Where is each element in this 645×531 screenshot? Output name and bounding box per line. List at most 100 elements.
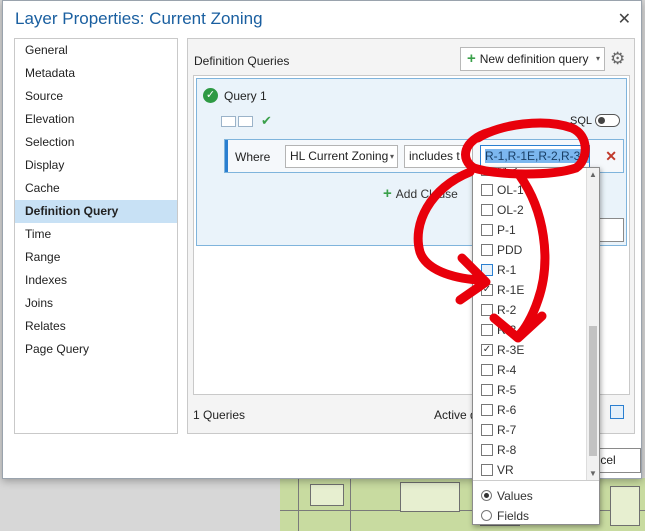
scroll-down-icon[interactable]: ▼	[589, 469, 597, 478]
value-option[interactable]: R-2	[473, 300, 586, 320]
export-icon[interactable]	[610, 405, 624, 419]
checkbox[interactable]	[481, 384, 493, 396]
value-option[interactable]: ✓ R-3E	[473, 340, 586, 360]
value-option[interactable]: R-6	[473, 400, 586, 420]
checkbox[interactable]	[481, 404, 493, 416]
values-radio-label: Values	[497, 489, 533, 503]
fields-radio-option[interactable]: Fields	[481, 509, 529, 523]
value-option-label: M-3	[497, 168, 518, 177]
checkbox[interactable]	[481, 184, 493, 196]
nav-item-time[interactable]: Time	[15, 223, 177, 246]
value-option[interactable]: OL-2	[473, 200, 586, 220]
nav-item-metadata[interactable]: Metadata	[15, 62, 177, 85]
nav-item-display[interactable]: Display	[15, 154, 177, 177]
nav-item-relates[interactable]: Relates	[15, 315, 177, 338]
add-clause-button[interactable]: + Add Clause	[383, 185, 458, 202]
nav-item-elevation[interactable]: Elevation	[15, 108, 177, 131]
sql-toggle[interactable]	[595, 114, 620, 127]
checkbox[interactable]: ✓	[481, 344, 493, 356]
nav-item-source[interactable]: Source	[15, 85, 177, 108]
gear-icon[interactable]: ⚙	[610, 49, 625, 69]
values-dropdown[interactable]: R-1,R-1E,R-2,R-3,R-3E ▾	[480, 145, 590, 168]
operator-dropdown[interactable]: includes t ▾	[404, 145, 473, 168]
properties-nav: General Metadata Source Elevation Select…	[14, 38, 178, 434]
map-parcel	[310, 484, 344, 506]
checkbox[interactable]	[481, 304, 493, 316]
nav-item-general[interactable]: General	[15, 39, 177, 62]
value-option[interactable]: R-1	[473, 260, 586, 280]
value-option[interactable]: P-1	[473, 220, 586, 240]
field-dropdown[interactable]: HL Current Zoning ▾	[285, 145, 398, 168]
value-option-label: OL-1	[497, 183, 524, 197]
nav-item-indexes[interactable]: Indexes	[15, 269, 177, 292]
verify-check-icon[interactable]: ✔	[261, 113, 272, 129]
nav-item-range[interactable]: Range	[15, 246, 177, 269]
dialog-title: Layer Properties: Current Zoning	[15, 9, 263, 28]
operator-value: includes t	[409, 149, 460, 163]
map-parcel	[610, 486, 640, 526]
remove-clause-icon[interactable]: ✕	[605, 148, 617, 165]
value-option[interactable]: M-3	[473, 168, 586, 180]
value-option[interactable]: VR	[473, 460, 586, 480]
clause-mode-icons	[221, 116, 255, 127]
checklist-scrollbar[interactable]: ▲ ▼	[586, 168, 599, 480]
radio-button[interactable]	[481, 490, 492, 501]
value-option-label: P-1	[497, 223, 516, 237]
fields-radio-label: Fields	[497, 509, 530, 523]
checkbox[interactable]	[481, 464, 493, 476]
radio-button[interactable]	[481, 510, 492, 521]
value-option[interactable]: ✓ R-1E	[473, 280, 586, 300]
value-option-label: R-3	[497, 323, 517, 337]
values-radio-option[interactable]: Values	[481, 489, 533, 503]
new-definition-query-button[interactable]: + New definition query ▾	[460, 47, 605, 71]
value-option-label: R-3E	[497, 343, 525, 357]
checkbox[interactable]: ✓	[481, 284, 493, 296]
new-definition-query-label: New definition query	[479, 52, 589, 66]
scroll-up-icon[interactable]: ▲	[589, 170, 597, 179]
map-parcel	[400, 482, 460, 512]
value-option[interactable]: OL-1	[473, 180, 586, 200]
nav-item-joins[interactable]: Joins	[15, 292, 177, 315]
clause-selection-bar	[225, 140, 228, 172]
nav-item-page-query[interactable]: Page Query	[15, 338, 177, 361]
nav-item-definition-query[interactable]: Definition Query	[15, 200, 177, 223]
value-option[interactable]: R-4	[473, 360, 586, 380]
chevron-down-icon: ▾	[581, 152, 586, 161]
checkbox[interactable]	[481, 324, 493, 336]
clause-mode-icon[interactable]	[221, 116, 236, 127]
plus-icon: +	[383, 185, 392, 202]
plus-icon: +	[467, 50, 476, 67]
scroll-thumb[interactable]	[589, 326, 597, 456]
value-option[interactable]: R-7	[473, 420, 586, 440]
value-option-label: R-8	[497, 443, 517, 457]
value-option-label: R-6	[497, 403, 517, 417]
where-label: Where	[235, 150, 271, 164]
value-option[interactable]: R-5	[473, 380, 586, 400]
query-name[interactable]: Query 1	[224, 89, 267, 103]
checkbox[interactable]	[481, 244, 493, 256]
value-option-label: OL-2	[497, 203, 524, 217]
nav-item-cache[interactable]: Cache	[15, 177, 177, 200]
nav-item-selection[interactable]: Selection	[15, 131, 177, 154]
value-option[interactable]: PDD	[473, 240, 586, 260]
field-value: HL Current Zoning	[290, 149, 389, 163]
checkbox[interactable]	[481, 264, 493, 276]
checkbox[interactable]	[481, 424, 493, 436]
checkbox[interactable]	[481, 204, 493, 216]
value-option[interactable]: R-8	[473, 440, 586, 460]
clause-mode-icon[interactable]	[238, 116, 253, 127]
queries-count: 1 Queries	[193, 408, 246, 422]
value-option[interactable]: R-3	[473, 320, 586, 340]
values-value: R-1,R-1E,R-2,R-3,R-3E	[485, 149, 589, 163]
checkbox[interactable]	[481, 224, 493, 236]
checkbox[interactable]	[481, 364, 493, 376]
value-option-label: R-2	[497, 303, 517, 317]
values-checklist: M-3 OL-1 OL-2 P-1 PDD R-1 ✓ R-1E R-2 R-3 …	[473, 168, 586, 480]
value-option-label: R-1	[497, 263, 517, 277]
checkbox[interactable]	[481, 444, 493, 456]
chevron-down-icon: ▾	[595, 54, 600, 63]
divider	[473, 480, 599, 481]
close-icon[interactable]: ✕	[618, 9, 631, 29]
value-option-label: R-1E	[497, 283, 525, 297]
checkbox[interactable]	[481, 168, 493, 176]
